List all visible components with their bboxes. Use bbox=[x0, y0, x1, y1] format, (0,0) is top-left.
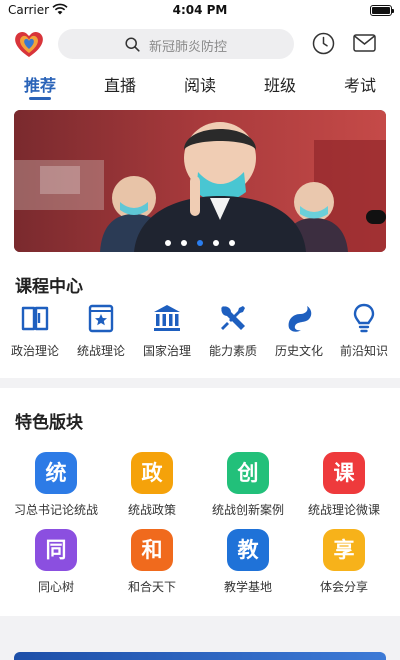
app-logo-icon[interactable] bbox=[13, 29, 45, 59]
featured-section: 特色版块 统 习总书记论统战 政 统战政策 创 统战创新案例 课 统战理论微课 … bbox=[0, 388, 400, 616]
feature-item[interactable]: 教 教学基地 bbox=[200, 529, 296, 595]
feature-label: 统战政策 bbox=[127, 503, 176, 517]
carousel-dot-active[interactable] bbox=[197, 240, 203, 246]
tab-recommend[interactable]: 推荐 bbox=[12, 72, 68, 96]
course-label: 统战理论 bbox=[76, 344, 125, 358]
mail-icon[interactable] bbox=[353, 34, 376, 52]
carousel-dot[interactable] bbox=[229, 240, 235, 246]
feature-glyph-icon: 教 bbox=[227, 529, 269, 571]
book-icon bbox=[21, 306, 49, 331]
tab-reading[interactable]: 阅读 bbox=[172, 72, 228, 96]
feature-glyph-icon: 课 bbox=[323, 452, 365, 494]
feature-label: 体会分享 bbox=[319, 580, 368, 594]
next-section-peek bbox=[0, 616, 400, 660]
carousel-indicator bbox=[14, 240, 386, 246]
category-tabs: 推荐 直播 阅读 班级 考试 bbox=[0, 66, 400, 106]
course-center-title: 课程中心 bbox=[15, 277, 83, 297]
carousel-dot[interactable] bbox=[181, 240, 187, 246]
feature-label: 习总书记论统战 bbox=[13, 503, 98, 517]
course-item-frontier[interactable]: 前沿知识 bbox=[329, 302, 399, 359]
featured-title: 特色版块 bbox=[15, 413, 83, 433]
feature-glyph-icon: 和 bbox=[131, 529, 173, 571]
search-icon bbox=[125, 37, 140, 52]
feature-label: 同心树 bbox=[37, 580, 74, 594]
carousel-dot[interactable] bbox=[213, 240, 219, 246]
feature-item[interactable]: 政 统战政策 bbox=[104, 452, 200, 518]
feature-glyph-icon: 享 bbox=[323, 529, 365, 571]
feature-label: 统战理论微课 bbox=[307, 503, 380, 517]
history-clock-icon[interactable] bbox=[312, 32, 335, 55]
search-bar[interactable]: 新冠肺炎防控 bbox=[58, 29, 294, 59]
course-label: 前沿知识 bbox=[339, 344, 388, 358]
course-item-united-front[interactable]: 统战理论 bbox=[66, 302, 136, 359]
banner-photo bbox=[14, 110, 386, 252]
search-placeholder: 新冠肺炎防控 bbox=[149, 40, 228, 55]
feature-item[interactable]: 创 统战创新案例 bbox=[200, 452, 296, 518]
feature-item[interactable]: 课 统战理论微课 bbox=[296, 452, 392, 518]
top-bar: 新冠肺炎防控 bbox=[0, 22, 400, 66]
next-section-card[interactable] bbox=[14, 652, 386, 660]
section-divider bbox=[0, 378, 400, 388]
feature-glyph-icon: 统 bbox=[35, 452, 77, 494]
feature-label: 统战创新案例 bbox=[211, 503, 284, 517]
course-item-history[interactable]: 历史文化 bbox=[264, 302, 334, 359]
feature-item[interactable]: 统 习总书记论统战 bbox=[8, 452, 104, 518]
course-item-governance[interactable]: 国家治理 bbox=[132, 302, 202, 359]
course-item-ability[interactable]: 能力素质 bbox=[198, 302, 268, 359]
tab-live[interactable]: 直播 bbox=[92, 72, 148, 96]
tab-exam[interactable]: 考试 bbox=[332, 72, 388, 96]
course-label: 能力素质 bbox=[208, 344, 257, 358]
carousel-dot[interactable] bbox=[165, 240, 171, 246]
government-building-icon bbox=[154, 305, 180, 331]
feature-label: 教学基地 bbox=[223, 580, 272, 594]
dragon-icon bbox=[288, 306, 312, 332]
course-label: 历史文化 bbox=[274, 344, 323, 358]
feature-item[interactable]: 和 和合天下 bbox=[104, 529, 200, 595]
star-book-icon bbox=[88, 304, 114, 333]
tools-icon bbox=[221, 306, 245, 330]
feature-glyph-icon: 创 bbox=[227, 452, 269, 494]
feature-item[interactable]: 享 体会分享 bbox=[296, 529, 392, 595]
tab-class[interactable]: 班级 bbox=[252, 72, 308, 96]
lightbulb-icon bbox=[353, 303, 375, 333]
status-time: 4:04 PM bbox=[172, 3, 228, 17]
active-tab-indicator bbox=[29, 97, 51, 100]
battery-icon bbox=[370, 5, 394, 16]
feature-glyph-icon: 同 bbox=[35, 529, 77, 571]
banner-carousel[interactable] bbox=[14, 110, 386, 252]
main-content: 课程中心 政治理论 统战理论 国家治理 能力素质 历史文化 前沿知识 bbox=[0, 106, 400, 378]
course-label: 政治理论 bbox=[10, 344, 59, 358]
feature-item[interactable]: 同 同心树 bbox=[8, 529, 104, 595]
status-bar: Carrier 4:04 PM bbox=[0, 0, 400, 22]
course-label: 国家治理 bbox=[142, 344, 191, 358]
feature-label: 和合天下 bbox=[127, 580, 176, 594]
course-item-politics[interactable]: 政治理论 bbox=[0, 302, 70, 359]
feature-glyph-icon: 政 bbox=[131, 452, 173, 494]
